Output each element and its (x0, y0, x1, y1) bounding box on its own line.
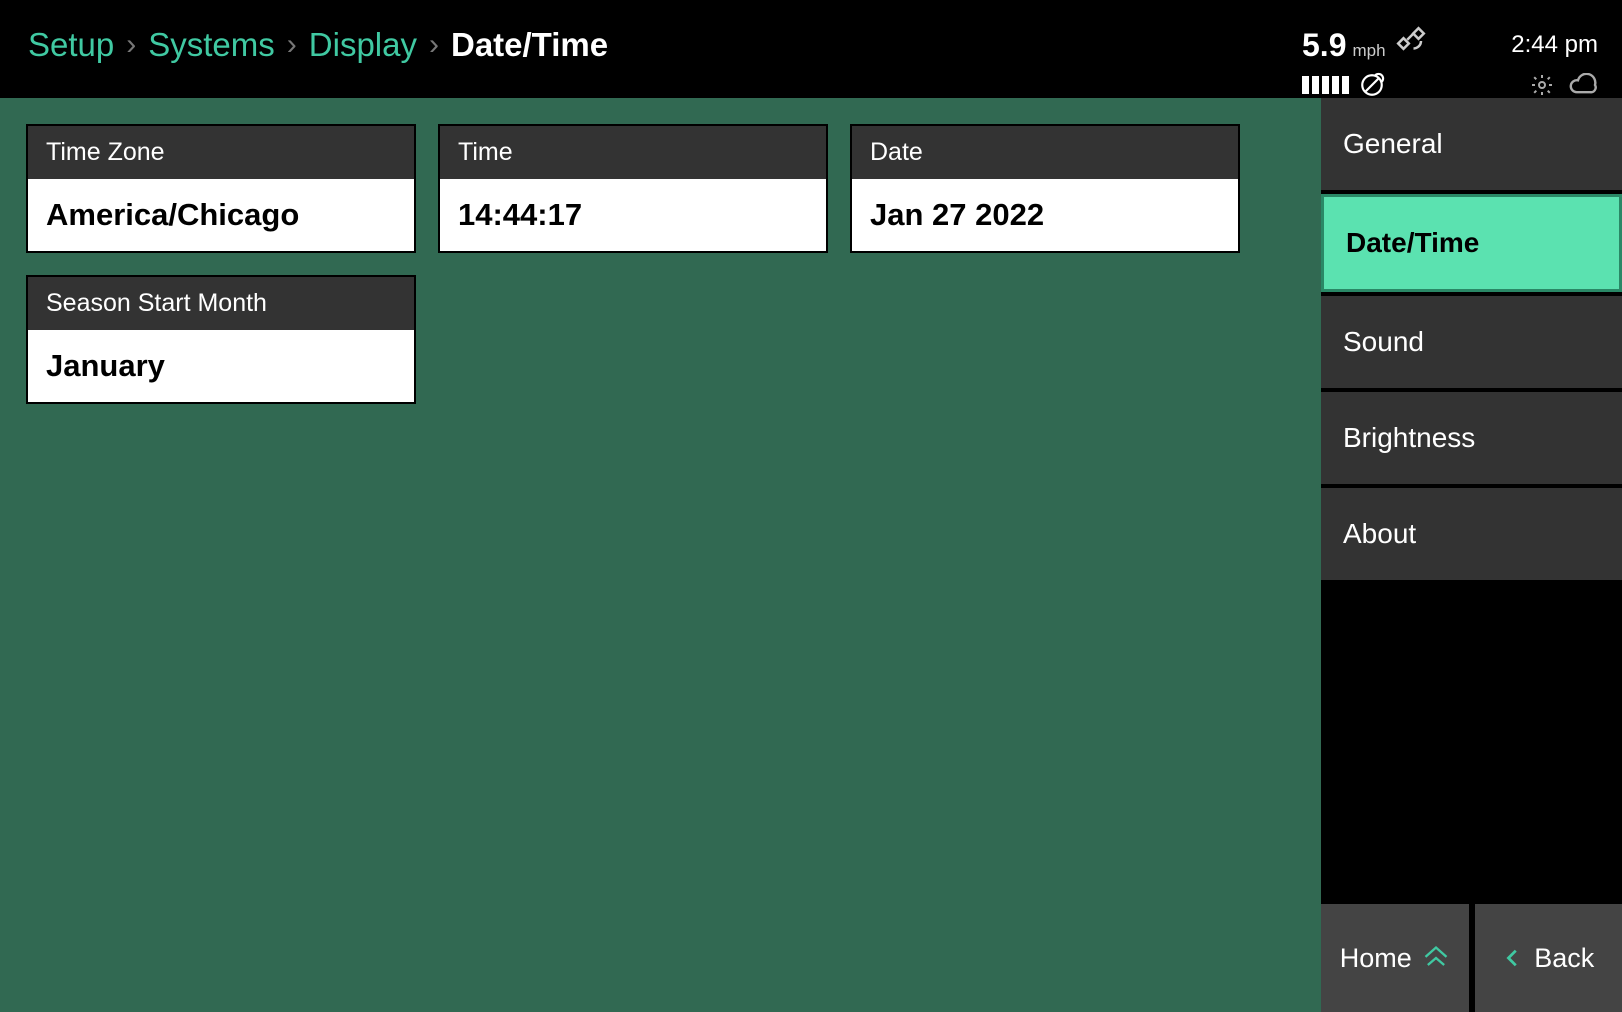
chevron-right-icon: › (126, 28, 136, 62)
chevron-right-icon: › (429, 28, 439, 62)
card-label: Time (440, 126, 826, 179)
time-card[interactable]: Time 14:44:17 (438, 124, 828, 253)
season-start-card[interactable]: Season Start Month January (26, 275, 416, 404)
breadcrumb: Setup › Systems › Display › Date/Time (0, 26, 1302, 64)
main-content: Time Zone America/Chicago Time 14:44:17 … (0, 98, 1321, 1012)
antenna-icon (1359, 72, 1385, 98)
back-button[interactable]: Back (1475, 904, 1622, 1012)
speed-unit: mph (1352, 41, 1385, 61)
sidebar: General Date/Time Sound Brightness About… (1321, 98, 1622, 1012)
card-value: 14:44:17 (440, 179, 826, 251)
sidebar-item-general[interactable]: General (1321, 98, 1622, 190)
sidebar-item-sound[interactable]: Sound (1321, 296, 1622, 388)
speed-readout: 5.9 mph (1302, 26, 1426, 64)
chevron-right-icon: › (287, 28, 297, 62)
signal-bars-icon (1302, 76, 1349, 94)
breadcrumb-current: Date/Time (451, 26, 608, 64)
card-label: Season Start Month (28, 277, 414, 330)
card-value: America/Chicago (28, 179, 414, 251)
clock: 2:44 pm (1511, 31, 1598, 59)
gear-icon[interactable] (1530, 73, 1554, 97)
card-value: January (28, 330, 414, 402)
home-button[interactable]: Home (1321, 904, 1469, 1012)
time-zone-card[interactable]: Time Zone America/Chicago (26, 124, 416, 253)
home-icon (1422, 944, 1450, 972)
card-label: Date (852, 126, 1238, 179)
speed-value: 5.9 (1302, 27, 1346, 64)
card-label: Time Zone (28, 126, 414, 179)
cloud-icon[interactable] (1568, 73, 1598, 97)
top-bar: Setup › Systems › Display › Date/Time 5.… (0, 0, 1622, 98)
card-value: Jan 27 2022 (852, 179, 1238, 251)
home-label: Home (1340, 943, 1412, 974)
chevron-left-icon (1502, 944, 1524, 972)
breadcrumb-systems[interactable]: Systems (148, 26, 275, 64)
status-panel: 5.9 mph 2:44 pm (1302, 26, 1622, 98)
satellite-icon (1396, 26, 1426, 56)
back-label: Back (1534, 943, 1594, 974)
sidebar-item-about[interactable]: About (1321, 488, 1622, 580)
sidebar-list: General Date/Time Sound Brightness About (1321, 98, 1622, 904)
date-card[interactable]: Date Jan 27 2022 (850, 124, 1240, 253)
breadcrumb-display[interactable]: Display (309, 26, 417, 64)
breadcrumb-setup[interactable]: Setup (28, 26, 114, 64)
sidebar-item-brightness[interactable]: Brightness (1321, 392, 1622, 484)
sidebar-item-datetime[interactable]: Date/Time (1321, 194, 1622, 292)
